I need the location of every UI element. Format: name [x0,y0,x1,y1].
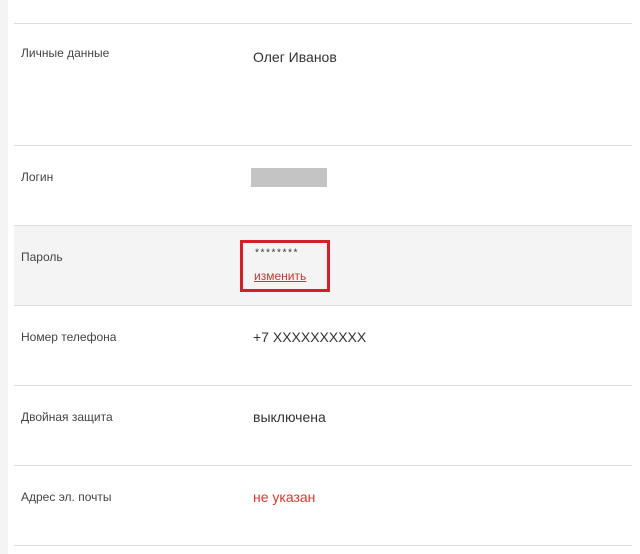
password-label: Пароль [21,250,63,264]
password-mask: ******** [254,249,299,260]
email-label: Адрес эл. почты [21,490,112,504]
personal-data-label: Личные данные [21,46,110,60]
personal-data-value: Олег Иванов [253,49,337,65]
two-factor-label: Двойная защита [21,410,113,424]
phone-label: Номер телефона [21,330,117,344]
phone-value: +7 XXXXXXXXXX [253,329,367,345]
row-password: Пароль ******** изменить [14,225,632,305]
login-redacted-block [251,168,327,187]
row-login: Логин [14,145,632,225]
row-phone: Номер телефона +7 XXXXXXXXXX [14,305,632,385]
bottom-divider [14,545,632,546]
login-label: Логин [21,170,54,184]
password-highlight-box: ******** изменить [240,240,330,292]
two-factor-value: выключена [253,409,326,425]
account-settings-page: Личные данные Олег Иванов Логин Пароль *… [0,0,640,554]
row-email: Адрес эл. почты не указан [14,465,632,545]
row-two-factor: Двойная защита выключена [14,385,632,465]
change-password-link[interactable]: изменить [254,269,306,283]
email-value: не указан [253,489,316,505]
row-personal-data: Личные данные Олег Иванов [14,23,632,145]
